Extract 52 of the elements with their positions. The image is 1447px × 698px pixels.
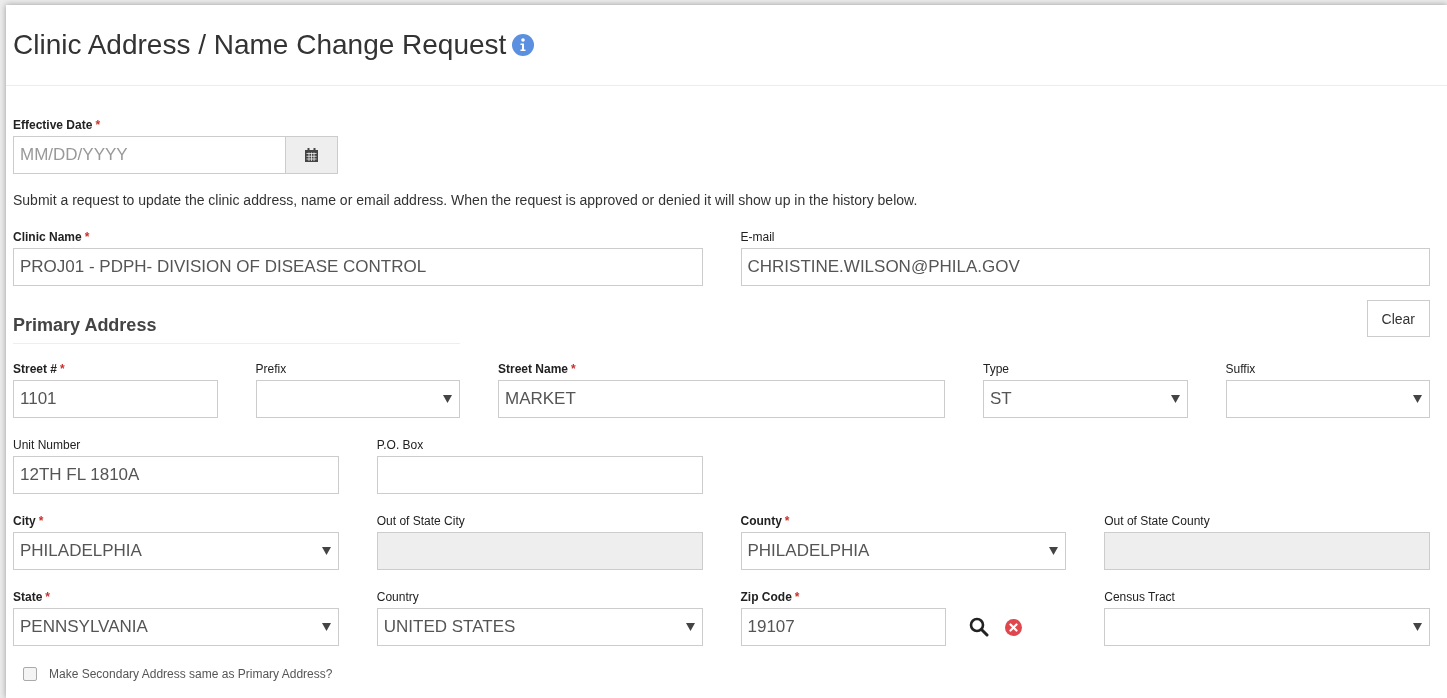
caret-icon [321, 547, 331, 555]
checkbox[interactable] [23, 667, 37, 681]
field-label: City * [13, 514, 45, 528]
select-field[interactable]: ST [983, 380, 1188, 418]
input-field[interactable]: PROJ01 - PDPH- DIVISION OF DISEASE CONTROL [13, 248, 703, 286]
input-field[interactable]: 12TH FL 1810A [13, 456, 339, 494]
caret-icon [443, 395, 452, 403]
clear-button[interactable]: Clear [1366, 300, 1430, 337]
select-field[interactable] [1104, 608, 1430, 646]
search-icon[interactable] [968, 617, 989, 637]
field-label: Census Tract [1104, 590, 1176, 604]
select-field[interactable] [255, 380, 460, 418]
section-heading: Primary Address [13, 300, 460, 344]
select-field[interactable]: UNITED STATES [376, 608, 703, 646]
checkbox-label: Make Secondary Address same as Primary Address? [49, 667, 333, 681]
field-label: Unit Number [13, 438, 82, 452]
select-field[interactable]: PENNSYLVANIA [13, 608, 339, 646]
field-label: Type [983, 362, 1010, 376]
field-label: Street # * [13, 362, 66, 376]
field-label: Zip Code * [740, 590, 801, 604]
intro-text: Submit a request to update the clinic address, name or email address. When the request is approved or denied it will show up in the history below. [13, 191, 919, 209]
caret-icon [321, 623, 331, 631]
field-label: Clinic Name * [13, 230, 91, 244]
field-label: P.O. Box [376, 438, 425, 452]
caret-icon [1170, 395, 1180, 403]
info-icon[interactable] [512, 34, 535, 56]
caret-icon [1413, 395, 1422, 403]
select-field[interactable]: PHILADELPHIA [13, 532, 339, 570]
field-label: Out of State County [1104, 514, 1211, 528]
field-label: Prefix [255, 362, 288, 376]
input-field[interactable] [376, 456, 703, 494]
field-label: Effective Date * [13, 118, 102, 132]
field-label: Suffix [1225, 362, 1257, 376]
input-field[interactable]: 19107 [740, 608, 946, 646]
caret-icon [1049, 547, 1059, 555]
caret-icon [685, 623, 695, 631]
field-label: E-mail [740, 230, 776, 244]
field-label: Street Name * [498, 362, 577, 376]
calendar-icon [305, 148, 318, 162]
field-label: Out of State City [376, 514, 466, 528]
clear-icon[interactable] [1004, 618, 1022, 636]
select-field[interactable]: PHILADELPHIA [740, 532, 1067, 570]
caret-icon [1413, 623, 1422, 631]
field-label: State * [13, 590, 51, 604]
field-label: Country [376, 590, 420, 604]
input-field[interactable]: CHRISTINE.WILSON@PHILA.GOV [740, 248, 1430, 286]
field-label: County * [740, 514, 791, 528]
input-field[interactable]: 1101 [13, 380, 218, 418]
select-field[interactable] [1225, 380, 1430, 418]
page-title: Clinic Address / Name Change Request [13, 28, 507, 62]
calendar-button[interactable] [286, 136, 338, 174]
input-field[interactable]: MARKET [498, 380, 945, 418]
